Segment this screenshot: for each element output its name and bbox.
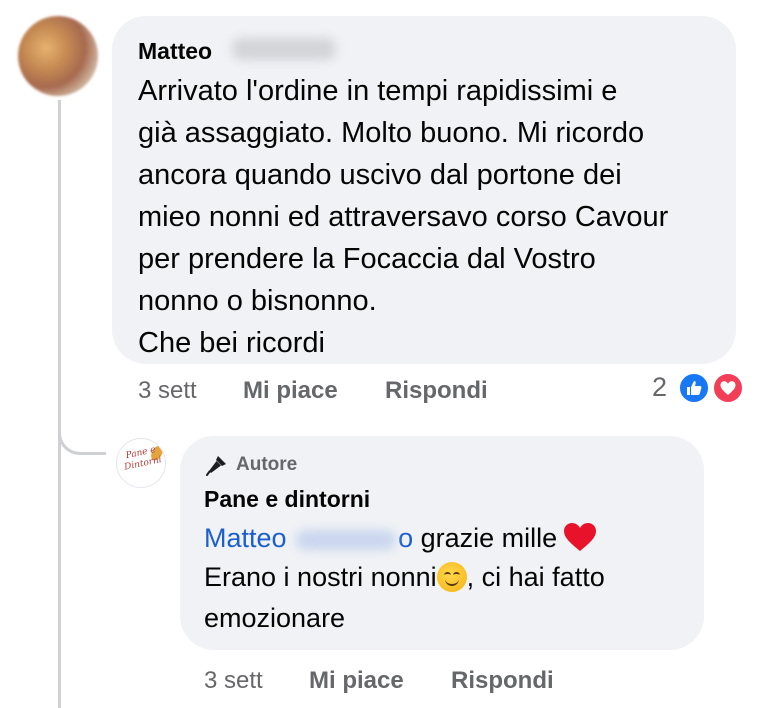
comment-text: Arrivato l'ordine in tempi rapidissimi e… xyxy=(138,75,669,359)
reply-button[interactable]: Rispondi xyxy=(385,377,488,405)
reaction-count[interactable]: 2 xyxy=(652,372,667,403)
redacted-surname xyxy=(232,38,336,60)
mention-last-letter: o xyxy=(398,523,414,553)
reply-line-1: Matteo o grazie mille xyxy=(204,522,597,559)
comment-timestamp[interactable]: 3 sett xyxy=(138,377,197,405)
reply-text-line2: Erano i nostri nonni xyxy=(204,562,437,592)
reply-text-line2-rest: , ci hai fatto xyxy=(466,562,605,592)
reply-text-thanks: grazie mille xyxy=(420,523,558,553)
page-logo-text: Pane e Dintorni xyxy=(123,445,163,473)
mention-first-name: Matteo xyxy=(204,523,287,553)
comment-author-name[interactable]: Matteo xyxy=(138,38,212,65)
author-badge: Autore xyxy=(204,454,297,476)
heart-emoji-icon xyxy=(563,522,597,559)
mention-link[interactable]: Matteo o xyxy=(204,523,413,553)
reply-timestamp[interactable]: 3 sett xyxy=(204,667,263,695)
reply-reply-button[interactable]: Rispondi xyxy=(451,667,554,695)
like-button[interactable]: Mi piace xyxy=(243,377,338,405)
reply-like-button[interactable]: Mi piace xyxy=(309,667,404,695)
page-avatar[interactable]: Pane e Dintorni xyxy=(116,438,166,488)
reply-line-3: emozionare xyxy=(204,603,346,633)
reply-author-name[interactable]: Pane e dintorni xyxy=(204,486,370,513)
thread-line xyxy=(58,100,61,708)
love-icon[interactable] xyxy=(712,372,744,404)
reply-line-2: Erano i nostri nonni , ci hai fatto xyxy=(204,562,605,593)
microphone-icon xyxy=(206,456,226,476)
reply-connector xyxy=(58,415,106,455)
author-badge-label: Autore xyxy=(236,454,298,475)
avatar[interactable] xyxy=(18,16,98,96)
redacted-mention xyxy=(296,529,397,550)
smile-emoji-icon xyxy=(436,562,467,592)
like-icon[interactable] xyxy=(678,372,710,404)
